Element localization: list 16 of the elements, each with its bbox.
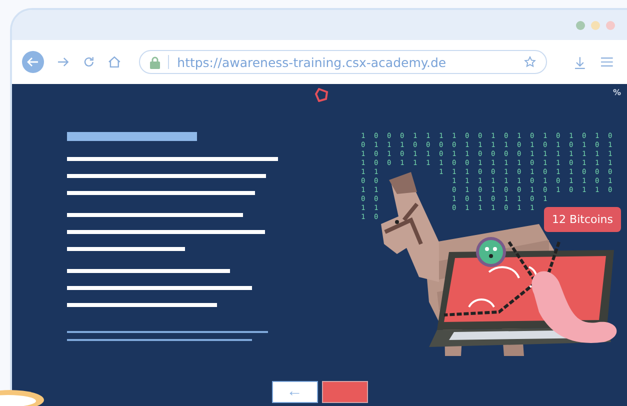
menu-icon[interactable] bbox=[601, 57, 614, 67]
ransom-badge: 12 Bitcoins bbox=[544, 207, 621, 232]
lock-icon bbox=[150, 56, 160, 68]
star-icon[interactable] bbox=[524, 56, 536, 68]
arrow-icon bbox=[26, 57, 39, 67]
home-icon[interactable] bbox=[108, 56, 122, 68]
reload-icon[interactable] bbox=[82, 56, 94, 68]
download-icon[interactable] bbox=[575, 56, 586, 68]
forward-icon[interactable] bbox=[56, 57, 68, 67]
virus-drawing bbox=[476, 237, 506, 267]
back-button[interactable]: ← bbox=[272, 381, 318, 403]
address-bar[interactable]: https://awareness-training.csx-academy.de bbox=[139, 50, 548, 74]
next-button[interactable] bbox=[322, 381, 368, 403]
logo-icon bbox=[314, 88, 328, 102]
corner-label: % bbox=[612, 88, 621, 97]
back-button[interactable] bbox=[22, 51, 44, 73]
